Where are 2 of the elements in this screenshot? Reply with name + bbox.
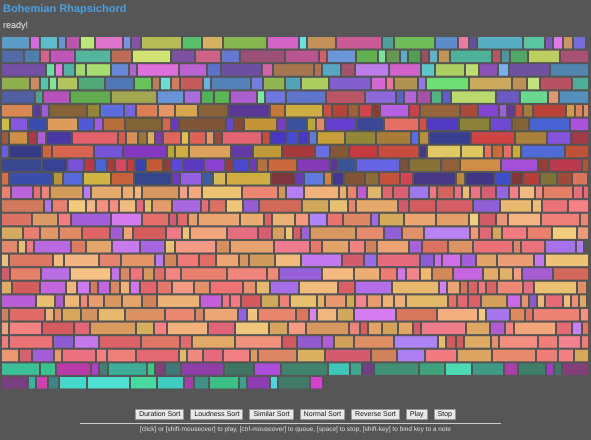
status-text: ready!	[2, 19, 30, 32]
app-title: Bohemian Rhapsichord	[2, 2, 128, 15]
